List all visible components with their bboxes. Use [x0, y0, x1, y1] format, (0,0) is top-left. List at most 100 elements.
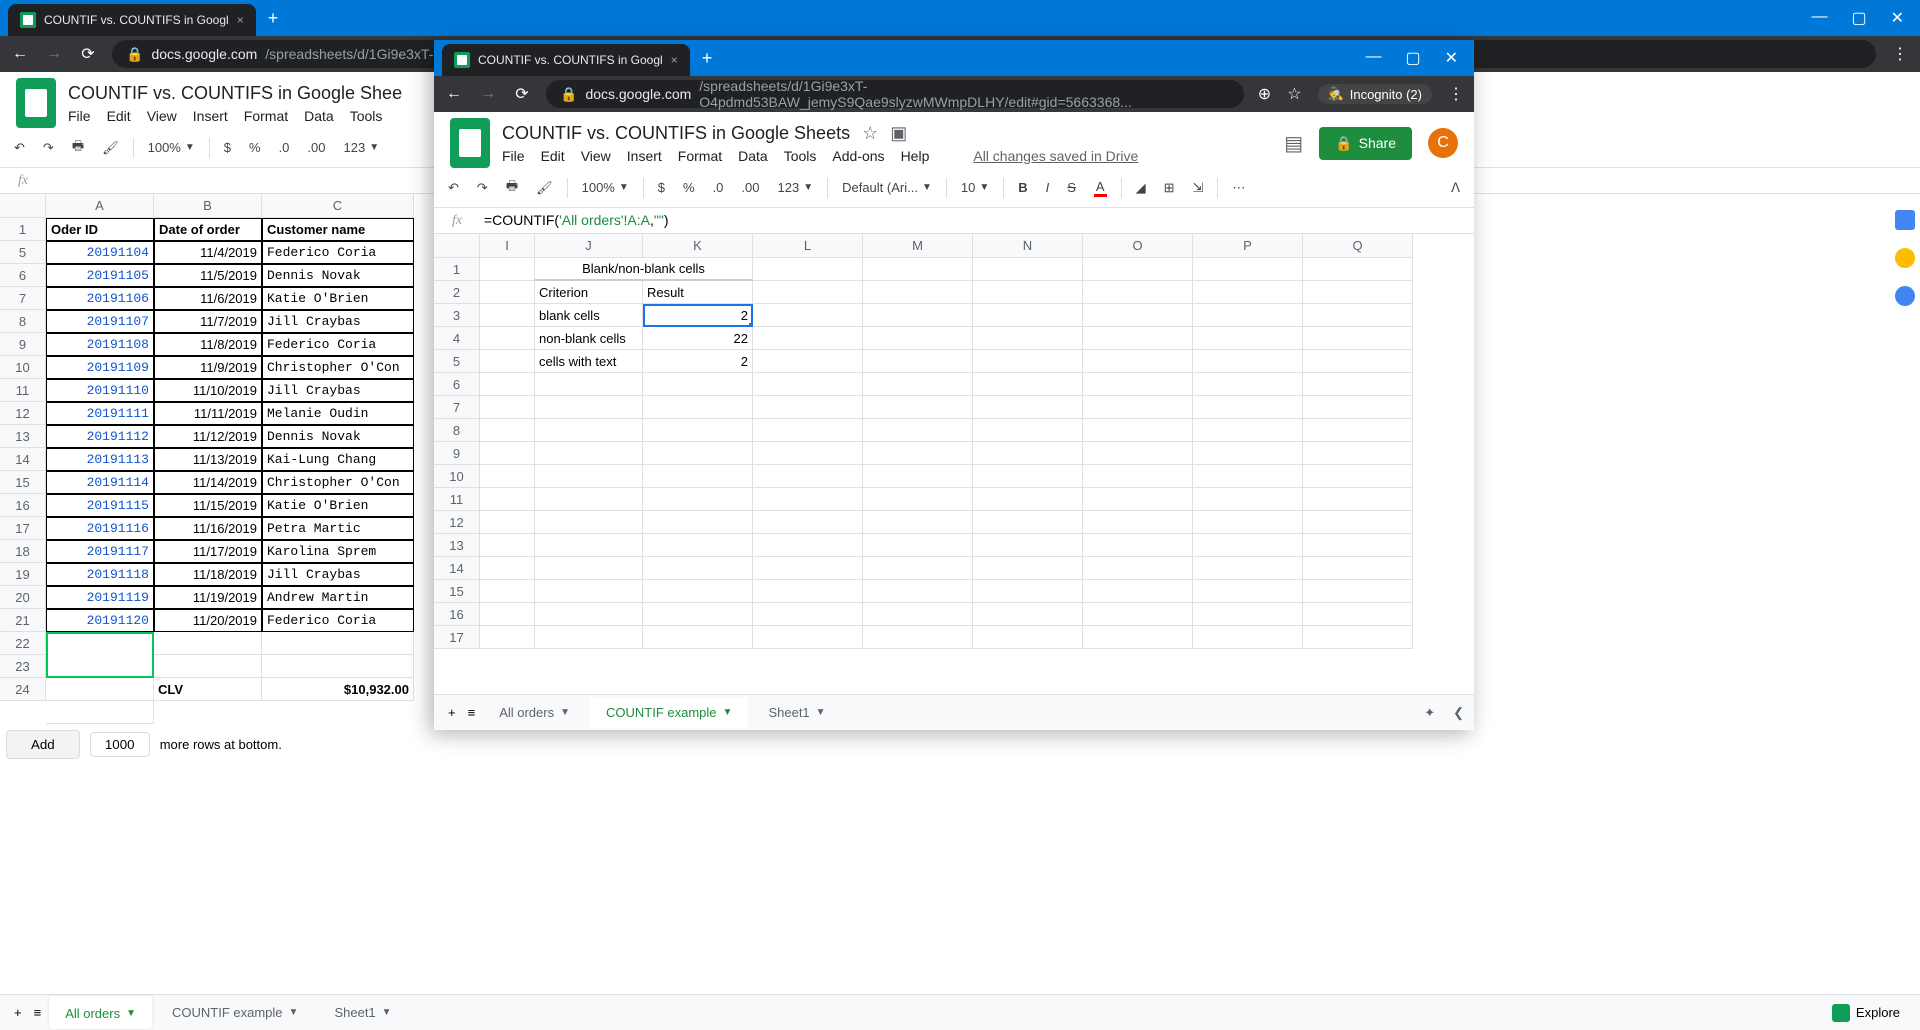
cell[interactable] — [1083, 304, 1193, 327]
cell[interactable] — [1193, 534, 1303, 557]
percent-icon[interactable]: % — [245, 136, 265, 159]
cell[interactable]: 11/18/2019 — [154, 563, 262, 586]
share-button[interactable]: 🔒 Share — [1319, 127, 1412, 160]
keep-icon[interactable] — [1895, 248, 1915, 268]
row-header[interactable]: 7 — [0, 287, 46, 310]
cell[interactable]: Katie O'Brien — [262, 494, 414, 517]
cell[interactable] — [1193, 419, 1303, 442]
cell[interactable] — [753, 511, 863, 534]
cell[interactable]: Result — [643, 281, 753, 304]
cell[interactable] — [1193, 281, 1303, 304]
cell[interactable] — [480, 488, 535, 511]
explore-button[interactable]: Explore — [1822, 1004, 1910, 1022]
print-icon[interactable]: 🖶 — [502, 173, 522, 203]
row-header[interactable]: 3 — [434, 304, 480, 327]
cell[interactable]: cells with text — [535, 350, 643, 373]
cell[interactable]: Dennis Novak — [262, 264, 414, 287]
doc-title[interactable]: COUNTIF vs. COUNTIFS in Google Sheets — [502, 123, 850, 144]
cell[interactable] — [1303, 327, 1413, 350]
cell[interactable]: Criterion — [535, 281, 643, 304]
cell[interactable]: Dennis Novak — [262, 425, 414, 448]
cell[interactable] — [863, 465, 973, 488]
cell[interactable] — [973, 350, 1083, 373]
add-sheet-icon[interactable]: + — [10, 1001, 26, 1024]
star-icon[interactable]: ☆ — [862, 123, 878, 144]
cell[interactable] — [753, 396, 863, 419]
cell[interactable] — [973, 465, 1083, 488]
row-header[interactable]: 23 — [0, 655, 46, 678]
cell[interactable] — [863, 534, 973, 557]
cell[interactable] — [1303, 465, 1413, 488]
row-header[interactable]: 19 — [0, 563, 46, 586]
row-header[interactable]: 18 — [0, 540, 46, 563]
col-header[interactable]: B — [154, 194, 262, 218]
cell[interactable]: 20191112 — [46, 425, 154, 448]
cell[interactable] — [1193, 511, 1303, 534]
col-header[interactable]: P — [1193, 234, 1303, 258]
col-header[interactable]: K — [643, 234, 753, 258]
cell[interactable]: 20191114 — [46, 471, 154, 494]
formula-input[interactable]: =COUNTIF('All orders'!A:A,"") — [480, 212, 1474, 230]
row-header[interactable]: 8 — [434, 419, 480, 442]
new-tab-button[interactable]: + — [690, 48, 725, 69]
sheets-logo[interactable] — [450, 118, 490, 168]
cell[interactable]: 20191105 — [46, 264, 154, 287]
cell[interactable] — [480, 258, 535, 281]
row-header[interactable]: 17 — [434, 626, 480, 649]
cell[interactable] — [863, 258, 973, 281]
menu-tools[interactable]: Tools — [350, 108, 383, 124]
cell[interactable]: 20191117 — [46, 540, 154, 563]
browser-tab[interactable]: COUNTIF vs. COUNTIFS in Googl × — [442, 44, 690, 76]
menu-edit[interactable]: Edit — [107, 108, 131, 124]
cell[interactable]: Andrew Martin — [262, 586, 414, 609]
cell[interactable] — [1303, 626, 1413, 649]
calendar-icon[interactable] — [1895, 210, 1915, 230]
menu-icon[interactable]: ⋮ — [1890, 44, 1910, 64]
cell[interactable]: 2 — [643, 304, 753, 327]
cell[interactable] — [262, 655, 414, 678]
cell[interactable] — [1083, 442, 1193, 465]
undo-icon[interactable]: ↶ — [444, 176, 463, 200]
cell[interactable] — [1303, 488, 1413, 511]
col-header[interactable]: I — [480, 234, 535, 258]
cell[interactable] — [1083, 373, 1193, 396]
cell[interactable] — [973, 626, 1083, 649]
row-header[interactable]: 8 — [0, 310, 46, 333]
row-header[interactable]: 14 — [0, 448, 46, 471]
cell[interactable] — [1193, 465, 1303, 488]
cell[interactable] — [1193, 580, 1303, 603]
dec-decrease-icon[interactable]: .0 — [275, 136, 294, 159]
sheet-tab-all-orders[interactable]: All orders ▼ — [483, 697, 586, 728]
cell[interactable]: 11/14/2019 — [154, 471, 262, 494]
row-header[interactable]: 4 — [434, 327, 480, 350]
cell[interactable] — [480, 603, 535, 626]
row-header[interactable]: 11 — [0, 379, 46, 402]
cell[interactable] — [1083, 626, 1193, 649]
sheet-tab-sheet1[interactable]: Sheet1 ▼ — [318, 997, 407, 1028]
cell[interactable] — [973, 304, 1083, 327]
cell[interactable] — [1303, 419, 1413, 442]
row-header[interactable]: 16 — [434, 603, 480, 626]
reload-icon[interactable]: ⟳ — [512, 84, 532, 104]
cell[interactable] — [480, 534, 535, 557]
row-header[interactable]: 20 — [0, 586, 46, 609]
text-color-icon[interactable]: A — [1090, 175, 1111, 201]
cell[interactable] — [1193, 603, 1303, 626]
row-header[interactable]: 1 — [0, 218, 46, 241]
row-header[interactable]: 1 — [434, 258, 480, 281]
row-header[interactable]: 10 — [434, 465, 480, 488]
cell[interactable] — [480, 511, 535, 534]
cell[interactable] — [753, 488, 863, 511]
row-header[interactable]: 16 — [0, 494, 46, 517]
cell[interactable]: Federico Coria — [262, 241, 414, 264]
select-all-corner[interactable] — [0, 194, 46, 218]
header-cell[interactable]: Date of order — [154, 218, 262, 241]
cell[interactable] — [1303, 304, 1413, 327]
cell[interactable] — [643, 557, 753, 580]
cell[interactable] — [643, 442, 753, 465]
cell[interactable] — [154, 632, 262, 655]
col-header[interactable]: C — [262, 194, 414, 218]
cell[interactable] — [863, 304, 973, 327]
cell[interactable] — [753, 626, 863, 649]
dec-decrease-icon[interactable]: .0 — [709, 176, 728, 199]
